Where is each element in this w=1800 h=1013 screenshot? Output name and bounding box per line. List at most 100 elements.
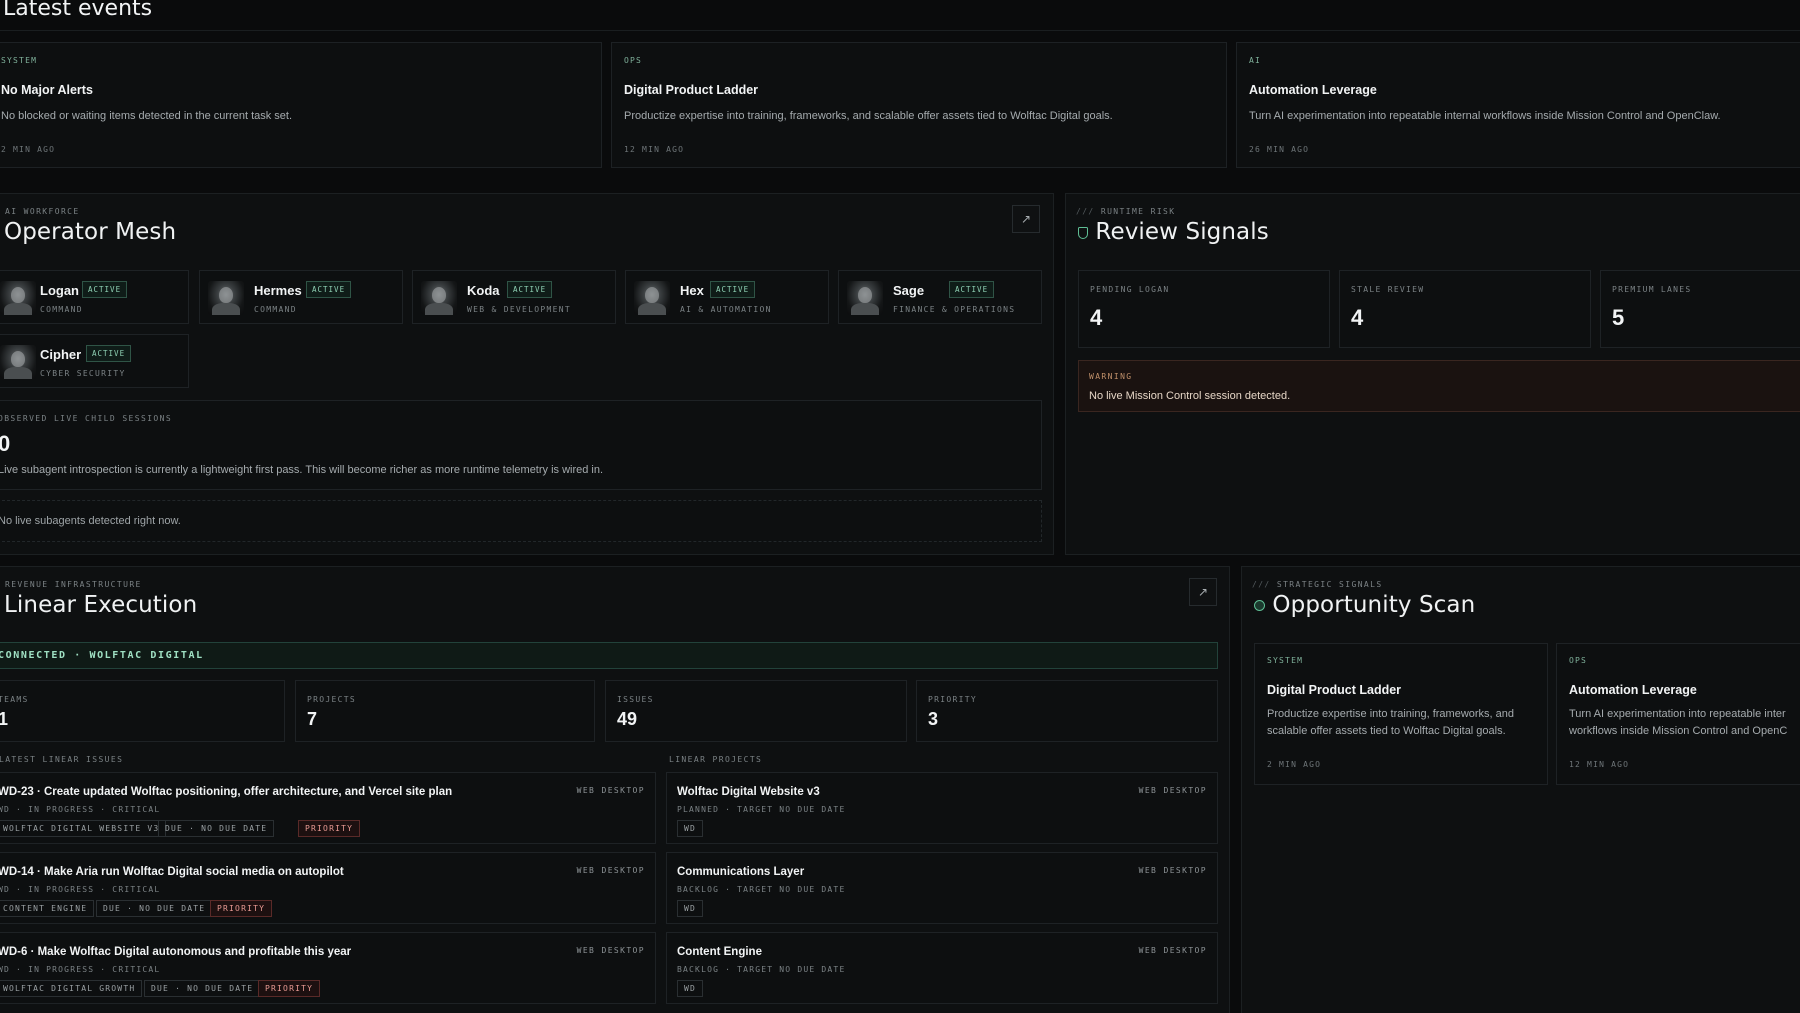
agent-name: Koda bbox=[467, 283, 500, 298]
agent-card[interactable]: Sage ACTIVE FINANCE & OPERATIONS bbox=[838, 270, 1042, 324]
opportunity-time: 12 MIN AGO bbox=[1569, 760, 1630, 769]
warning-banner: WARNING No live Mission Control session … bbox=[1078, 360, 1800, 412]
agent-card[interactable]: Koda ACTIVE WEB & DEVELOPMENT bbox=[412, 270, 616, 324]
panel-kicker: /// STRATEGIC SIGNALS bbox=[1252, 580, 1383, 589]
agent-role: WEB & DEVELOPMENT bbox=[467, 305, 571, 314]
event-card[interactable]: OPS Digital Product Ladder Productize ex… bbox=[611, 42, 1227, 168]
panel-title: Review Signals bbox=[1078, 219, 1269, 245]
expand-button[interactable]: ↗ bbox=[1189, 578, 1217, 606]
issue-row[interactable]: WD-14 · Make Aria run Wolftac Digital so… bbox=[0, 852, 656, 924]
event-description: Productize expertise into training, fram… bbox=[624, 110, 1113, 122]
target-icon bbox=[1254, 600, 1265, 611]
panel-title: Opportunity Scan bbox=[1254, 592, 1475, 618]
stat-label: PENDING LOGAN bbox=[1090, 285, 1170, 294]
panel-kicker: AI WORKFORCE bbox=[5, 207, 80, 216]
event-time: 2 MIN AGO bbox=[1, 145, 56, 154]
stat-label: PROJECTS bbox=[307, 695, 356, 704]
stat-card: PROJECTS 7 bbox=[295, 680, 595, 742]
event-card[interactable]: SYSTEM No Major Alerts No blocked or wai… bbox=[0, 42, 602, 168]
expand-button[interactable]: ↗ bbox=[1012, 205, 1040, 233]
issue-meta: WD · IN PROGRESS · CRITICAL bbox=[0, 885, 161, 894]
panel-kicker: REVENUE INFRASTRUCTURE bbox=[5, 580, 142, 589]
due-tag: DUE · NO DUE DATE bbox=[96, 900, 213, 917]
project-tag: WOLFTAC DIGITAL GROWTH bbox=[0, 980, 143, 997]
warning-label: WARNING bbox=[1089, 372, 1133, 381]
opportunity-category: OPS bbox=[1569, 656, 1588, 665]
shield-icon bbox=[1078, 226, 1088, 239]
project-source: WEB DESKTOP bbox=[1138, 946, 1207, 955]
project-title: Communications Layer bbox=[677, 866, 805, 878]
agent-card[interactable]: Hermes ACTIVE COMMAND bbox=[199, 270, 403, 324]
agent-name: Sage bbox=[893, 283, 925, 298]
divider bbox=[0, 30, 1800, 31]
panel-kicker: /// RUNTIME RISK bbox=[1076, 207, 1176, 216]
project-source: WEB DESKTOP bbox=[1138, 866, 1207, 875]
issue-row[interactable]: WD-6 · Make Wolftac Digital autonomous a… bbox=[0, 932, 656, 1004]
project-row[interactable]: Communications Layer BACKLOG · TARGET NO… bbox=[666, 852, 1218, 924]
avatar bbox=[0, 345, 36, 379]
opportunity-time: 2 MIN AGO bbox=[1267, 760, 1322, 769]
sessions-description: Live subagent introspection is currently… bbox=[0, 464, 604, 476]
event-title: Digital Product Ladder bbox=[624, 83, 759, 97]
panel-title: Linear Execution bbox=[4, 592, 198, 618]
project-tag: WOLFTAC DIGITAL WEBSITE V3 bbox=[0, 820, 167, 837]
agent-role: COMMAND bbox=[40, 305, 83, 314]
issue-source: WEB DESKTOP bbox=[576, 786, 645, 795]
agent-name: Cipher bbox=[40, 347, 82, 362]
connection-status: CONNECTED · WOLFTAC DIGITAL bbox=[0, 642, 1218, 669]
review-signals-panel: /// RUNTIME RISK Review Signals PENDING … bbox=[1065, 193, 1800, 555]
arrow-up-right-icon: ↗ bbox=[1197, 585, 1209, 599]
agent-role: COMMAND bbox=[254, 305, 297, 314]
project-meta: PLANNED · TARGET NO DUE DATE bbox=[677, 805, 846, 814]
issue-title: WD-23 · Create updated Wolftac positioni… bbox=[0, 786, 453, 798]
operator-mesh-panel: AI WORKFORCE Operator Mesh ↗ Logan ACTIV… bbox=[0, 193, 1054, 555]
team-tag: WD bbox=[677, 980, 704, 997]
event-card[interactable]: AI Automation Leverage Turn AI experimen… bbox=[1236, 42, 1800, 168]
sessions-label: OBSERVED LIVE CHILD SESSIONS bbox=[0, 414, 173, 423]
agent-card[interactable]: Logan ACTIVE COMMAND bbox=[0, 270, 189, 324]
issue-source: WEB DESKTOP bbox=[576, 946, 645, 955]
stat-card: PREMIUM LANES 5 bbox=[1600, 270, 1800, 348]
avatar bbox=[421, 281, 457, 315]
opportunity-card[interactable]: OPS Automation Leverage Turn AI experime… bbox=[1556, 643, 1800, 785]
priority-tag: PRIORITY bbox=[258, 980, 321, 997]
opportunity-title: Automation Leverage bbox=[1569, 683, 1697, 697]
stat-value: 4 bbox=[1351, 305, 1364, 330]
issue-title: WD-14 · Make Aria run Wolftac Digital so… bbox=[0, 866, 344, 878]
stat-label: STALE REVIEW bbox=[1351, 285, 1425, 294]
project-row[interactable]: Content Engine BACKLOG · TARGET NO DUE D… bbox=[666, 932, 1218, 1004]
opportunity-description: scalable offer assets tied to Wolftac Di… bbox=[1267, 725, 1506, 737]
stat-card: PENDING LOGAN 4 bbox=[1078, 270, 1330, 348]
agent-card[interactable]: Hex ACTIVE AI & AUTOMATION bbox=[625, 270, 829, 324]
arrow-up-right-icon: ↗ bbox=[1020, 212, 1032, 226]
opportunity-title: Digital Product Ladder bbox=[1267, 683, 1402, 697]
stat-value: 5 bbox=[1612, 305, 1625, 330]
opportunity-description: Productize expertise into training, fram… bbox=[1267, 708, 1515, 720]
event-category: SYSTEM bbox=[1, 56, 38, 65]
opportunity-card[interactable]: SYSTEM Digital Product Ladder Productize… bbox=[1254, 643, 1548, 785]
issue-title: WD-6 · Make Wolftac Digital autonomous a… bbox=[0, 946, 352, 958]
issue-source: WEB DESKTOP bbox=[576, 866, 645, 875]
project-row[interactable]: Wolftac Digital Website v3 PLANNED · TAR… bbox=[666, 772, 1218, 844]
stat-value: 1 bbox=[0, 709, 9, 729]
issue-meta: WD · IN PROGRESS · CRITICAL bbox=[0, 965, 161, 974]
project-meta: BACKLOG · TARGET NO DUE DATE bbox=[677, 965, 846, 974]
avatar bbox=[208, 281, 244, 315]
event-description: Turn AI experimentation into repeatable … bbox=[1249, 110, 1721, 122]
agent-role: FINANCE & OPERATIONS bbox=[893, 305, 1016, 314]
event-title: Automation Leverage bbox=[1249, 83, 1377, 97]
project-source: WEB DESKTOP bbox=[1138, 786, 1207, 795]
issues-label: LATEST LINEAR ISSUES bbox=[0, 755, 124, 764]
project-meta: BACKLOG · TARGET NO DUE DATE bbox=[677, 885, 846, 894]
stat-label: ISSUES bbox=[617, 695, 654, 704]
status-badge: ACTIVE bbox=[86, 345, 132, 362]
agent-card[interactable]: Cipher ACTIVE CYBER SECURITY bbox=[0, 334, 189, 388]
opportunity-description: Turn AI experimentation into repeatable … bbox=[1569, 708, 1786, 720]
priority-tag: PRIORITY bbox=[298, 820, 361, 837]
issue-row[interactable]: WD-23 · Create updated Wolftac positioni… bbox=[0, 772, 656, 844]
stat-label: TEAMS bbox=[0, 695, 29, 704]
empty-subagents: No live subagents detected right now. bbox=[0, 500, 1042, 542]
avatar bbox=[0, 281, 36, 315]
empty-text: No live subagents detected right now. bbox=[0, 515, 181, 527]
project-tag: CONTENT ENGINE bbox=[0, 900, 95, 917]
